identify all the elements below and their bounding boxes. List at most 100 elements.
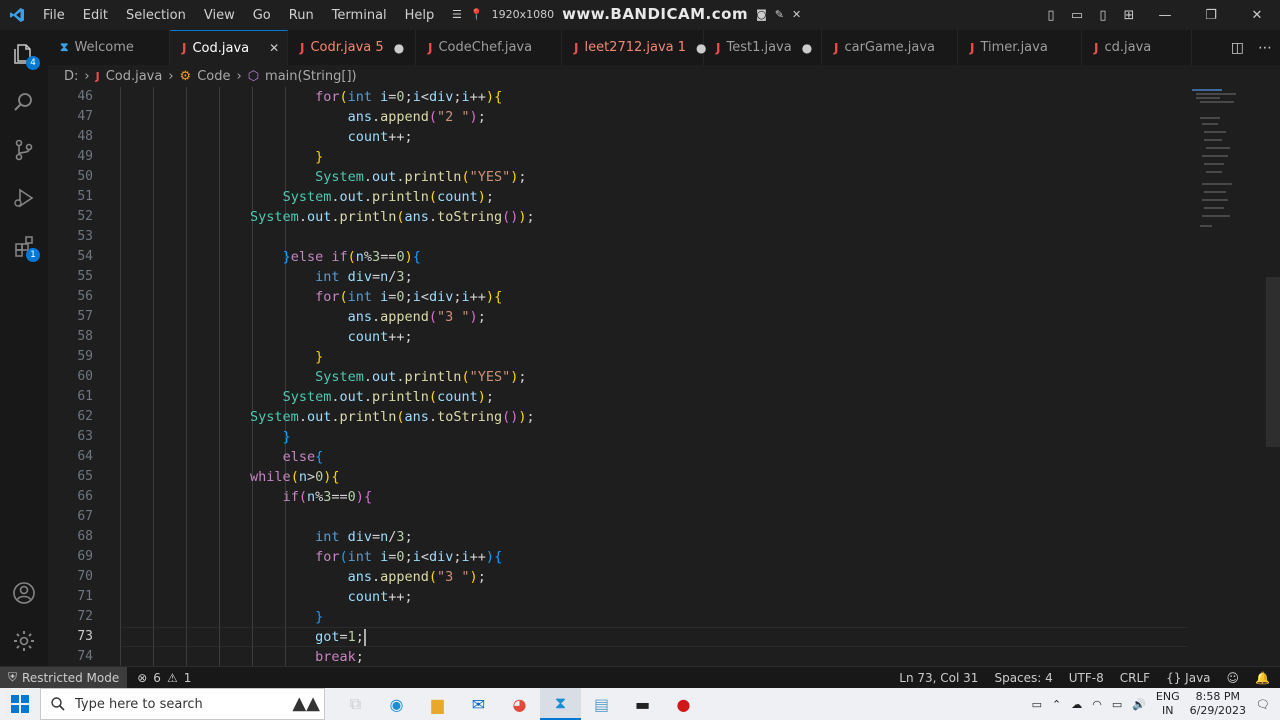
clock[interactable]: 8:58 PM 6/29/2023 [1190,690,1246,718]
language-mode[interactable]: {} Java [1166,671,1210,685]
extensions-icon[interactable]: 1 [0,222,48,270]
terminal-icon[interactable]: ▬ [622,688,663,720]
meet-now-icon[interactable]: ▭ [1032,698,1042,711]
battery-icon[interactable]: ▭ [1112,698,1122,711]
breadcrumb-drive[interactable]: D: [64,69,78,84]
toggle-panel-icon[interactable]: ▭ [1064,8,1090,23]
maximize-button[interactable]: ❐ [1188,8,1234,23]
indentation[interactable]: Spaces: 4 [994,671,1052,685]
code-line: for(int i=0;i<div;i++){ [315,89,503,105]
encoding[interactable]: UTF-8 [1069,671,1104,685]
mail-icon[interactable]: ✉ [458,688,499,720]
recorder-watermark: ☰ 📍 1920x1080 www.BANDICAM.com ◙ ✎ ✕ [452,2,801,26]
task-view-icon[interactable]: ⧉ [335,688,376,720]
customize-layout-icon[interactable]: ⊞ [1116,8,1142,23]
code-editor[interactable]: 46 47 48 49 50 51 52 53 54 55 56 57 58 59 60 61 62 63 64 65… [48,87,1280,666]
menu-go[interactable]: Go [244,8,280,23]
code-line: for(int i=0;i<div;i++){ [315,549,503,565]
accounts-icon[interactable] [0,569,48,617]
chevron-up-icon[interactable]: ⌃ [1052,698,1061,711]
taskbar-apps: ⧉ ◉ ▆ ✉ ◕ ⧗ ▤ ▬ ● [335,688,704,720]
restricted-mode-indicator[interactable]: ⛨ Restricted Mode [0,667,128,688]
clock-date: 6/29/2023 [1189,704,1247,717]
wifi-icon[interactable]: ◠ [1092,698,1102,711]
tab-test1-java[interactable]: J Test1.java ● [704,30,822,65]
notepad-icon[interactable]: ▤ [581,688,622,720]
pencil-icon: ✎ [774,7,784,21]
problems-indicator[interactable]: ⊗ 6 ⚠ 1 [127,671,191,685]
toggle-secondary-sidebar-icon[interactable]: ▯ [1090,8,1116,23]
editor-scrollbar[interactable] [1266,277,1280,447]
tab-codr-java[interactable]: J Codr.java 5 ● [288,30,416,65]
toggle-sidebar-icon[interactable]: ▯ [1038,8,1064,23]
more-actions-icon[interactable]: ⋯ [1258,40,1272,56]
java-icon: J [574,40,579,55]
minimap[interactable] [1188,87,1268,237]
menu-edit[interactable]: Edit [74,8,117,23]
tab-label: Cod.java [192,40,250,56]
edge-browser-icon[interactable]: ◉ [376,688,417,720]
breadcrumb-method[interactable]: main(String[]) [265,69,357,84]
window-controls: ▯ ▭ ▯ ⊞ — ❐ ✕ [1038,0,1280,30]
notifications-bell-icon[interactable]: 🔔 [1255,671,1270,685]
tab-welcome[interactable]: ⧗ Welcome [48,30,170,65]
tab-leet2712-java[interactable]: J leet2712.java 1 ● [562,30,707,65]
search-icon[interactable] [0,78,48,126]
notification-center-icon[interactable]: 🗨 [1256,698,1270,711]
tab-cod-java[interactable]: J Cod.java ✕ [170,30,288,65]
chrome-browser-icon[interactable]: ◕ [499,688,540,720]
tab-close-icon[interactable]: ✕ [269,41,279,55]
line-ending[interactable]: CRLF [1120,671,1150,685]
title-bar: File Edit Selection View Go Run Terminal… [0,0,1280,30]
split-editor-icon[interactable]: ◫ [1231,40,1244,56]
system-tray: ▭ ⌃ ☁ ◠ ▭ 🔊 ENG IN 8:58 PM 6/29/2023 🗨 [1032,688,1280,720]
run-debug-icon[interactable] [0,174,48,222]
tab-codechef-java[interactable]: J CodeChef.java [416,30,562,65]
minimize-button[interactable]: — [1142,8,1188,23]
line-number: 52 [77,209,93,224]
java-icon: J [970,40,975,55]
feedback-icon[interactable]: ☺ [1227,671,1240,685]
cursor-position[interactable]: Ln 73, Col 31 [899,671,978,685]
chevron-right-icon: › [84,68,90,84]
menu-terminal[interactable]: Terminal [323,8,396,23]
editor-tabs: ⧗ Welcome J Cod.java ✕ J Codr.java 5 ● J… [48,30,1280,65]
status-bar: ⛨ Restricted Mode ⊗ 6 ⚠ 1 Ln 73, Col 31 … [0,666,1280,688]
tab-cargame-java[interactable]: J carGame.java [822,30,958,65]
breadcrumb-class[interactable]: Code [197,69,230,84]
line-number: 48 [77,129,93,144]
source-control-icon[interactable] [0,126,48,174]
method-symbol-icon: ⬡ [247,68,260,84]
volume-icon[interactable]: 🔊 [1132,698,1146,711]
window-close-button[interactable]: ✕ [1234,8,1280,23]
line-number: 71 [77,589,93,604]
menu-selection[interactable]: Selection [117,8,195,23]
gear-icon[interactable] [0,617,48,665]
menu-file[interactable]: File [34,8,74,23]
line-number: 47 [77,109,93,124]
menu-run[interactable]: Run [280,8,323,23]
tab-label: Test1.java [726,40,792,55]
line-number: 73 [77,629,93,644]
tab-cd-java[interactable]: J cd.java [1082,30,1192,65]
explorer-icon[interactable]: 4 [0,30,48,78]
file-explorer-icon[interactable]: ▆ [417,688,458,720]
onedrive-cloud-icon[interactable]: ☁ [1071,698,1082,711]
bandicam-record-icon[interactable]: ● [663,688,704,720]
tab-timer-java[interactable]: J Timer.java [958,30,1082,65]
menu-lines-icon: ☰ [452,7,462,21]
vscode-taskbar-icon[interactable]: ⧗ [540,688,581,720]
line-number: 53 [77,229,93,244]
language-label: Java [1185,670,1211,685]
camera-icon: ◙ [756,7,767,21]
activity-bar: 4 1 [0,30,48,666]
windows-start-button[interactable] [0,688,40,720]
breadcrumb-file[interactable]: Cod.java [106,69,163,84]
code-line: count++; [347,589,413,605]
taskbar-search-box[interactable]: Type here to search ▲▲ [40,688,325,720]
language-indicator[interactable]: ENG IN [1156,690,1180,718]
java-icon: J [95,69,100,83]
tab-label: carGame.java [844,40,935,55]
menu-view[interactable]: View [195,8,244,23]
menu-help[interactable]: Help [396,8,444,23]
